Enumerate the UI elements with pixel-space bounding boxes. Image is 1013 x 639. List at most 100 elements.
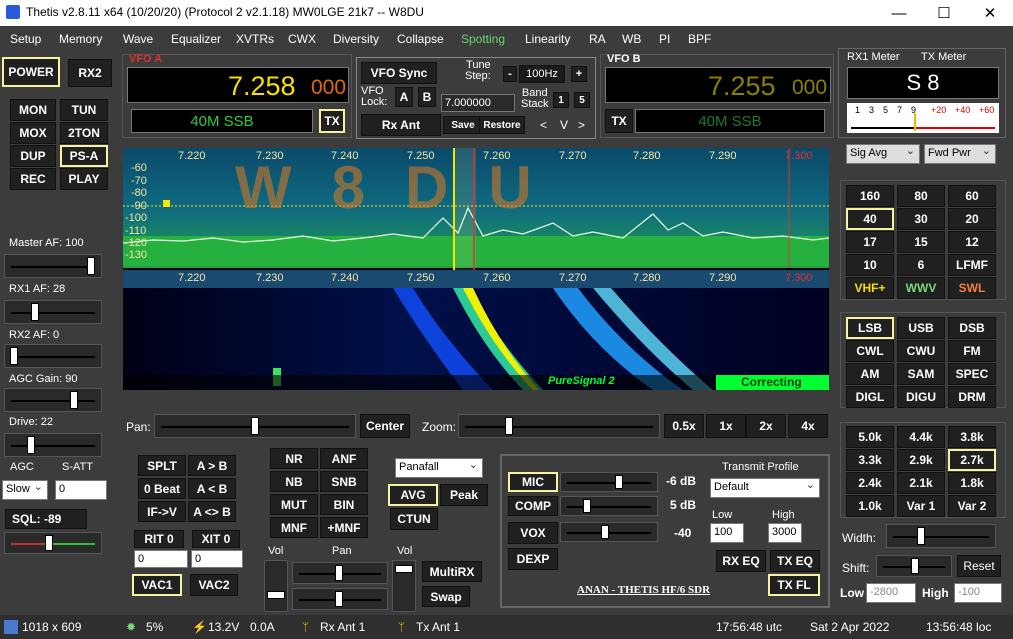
sql-button[interactable]: SQL: -89 (5, 509, 87, 529)
status-resolution[interactable]: 1018 x 609 (22, 620, 81, 634)
slider-thumb[interactable] (251, 417, 259, 435)
band-6-button[interactable]: 6 (897, 254, 945, 276)
master-af-slider[interactable] (4, 254, 102, 278)
rx2-af-slider[interactable] (4, 344, 102, 368)
filter-1-8k-button[interactable]: 1.8k (948, 472, 996, 494)
mode-usb-button[interactable]: USB (897, 317, 945, 339)
vfo-a-frequency-sub[interactable]: 000 (311, 76, 346, 100)
band-17-button[interactable]: 17 (846, 231, 894, 253)
close-button[interactable]: ✕ (967, 0, 1013, 26)
pan-slider[interactable] (154, 414, 356, 438)
band-lfmf-button[interactable]: LFMF (948, 254, 996, 276)
band-swl-button[interactable]: SWL (948, 277, 996, 299)
rec-button[interactable]: REC (10, 168, 56, 190)
filter-1-0k-button[interactable]: 1.0k (846, 495, 894, 517)
mode-digu-button[interactable]: DIGU (897, 386, 945, 408)
mic-slider[interactable] (560, 472, 658, 492)
menu-spotting[interactable]: Spotting (461, 32, 505, 46)
rx-ant-button[interactable]: Rx Ant (361, 114, 441, 136)
a-to-b-button[interactable]: A > B (188, 455, 236, 476)
band-80-button[interactable]: 80 (897, 185, 945, 207)
filter-2-1k-button[interactable]: 2.1k (897, 472, 945, 494)
filter-3-3k-button[interactable]: 3.3k (846, 449, 894, 471)
prev-arrow-icon[interactable]: < (540, 118, 547, 132)
slider-thumb[interactable] (27, 436, 35, 454)
shift-slider[interactable] (876, 555, 952, 577)
slider-thumb[interactable] (45, 535, 53, 551)
slider-thumb[interactable] (335, 591, 343, 607)
menu-memory[interactable]: Memory (59, 32, 102, 46)
v-arrow-icon[interactable]: V (560, 118, 568, 132)
rx-meter-mode-select[interactable]: Sig Avg (846, 144, 920, 164)
zero-beat-button[interactable]: 0 Beat (138, 478, 186, 499)
mode-am-button[interactable]: AM (846, 363, 894, 385)
tune-step-minus-button[interactable]: - (503, 66, 517, 82)
slider-thumb[interactable] (70, 391, 78, 409)
vfo-a-tx-button[interactable]: TX (319, 109, 345, 133)
two-tone-button[interactable]: 2TON (60, 122, 108, 144)
plus-mnf-button[interactable]: +MNF (320, 517, 368, 538)
mode-drm-button[interactable]: DRM (948, 386, 996, 408)
filter-3-8k-button[interactable]: 3.8k (948, 426, 996, 448)
zoom-2x-button[interactable]: 2x (746, 414, 786, 438)
menu-setup[interactable]: Setup (10, 32, 41, 46)
mode-digl-button[interactable]: DIGL (846, 386, 894, 408)
transmit-profile-select[interactable]: Default (710, 478, 820, 498)
rit-spinner[interactable]: 0 (134, 550, 188, 568)
next-arrow-icon[interactable]: > (578, 118, 585, 132)
mode-fm-button[interactable]: FM (948, 340, 996, 362)
panafall-display[interactable]: W8DU 7.220 7.230 7.240 7.250 7.260 7.270… (123, 148, 829, 390)
agc-gain-slider[interactable] (4, 388, 102, 412)
band-160-button[interactable]: 160 (846, 185, 894, 207)
zoom-1x-button[interactable]: 1x (706, 414, 746, 438)
menu-linearity[interactable]: Linearity (525, 32, 570, 46)
rx-eq-button[interactable]: RX EQ (716, 550, 766, 572)
mon-button[interactable]: MON (10, 99, 56, 121)
vfo-a-display[interactable]: 7.258 000 (127, 67, 349, 103)
vfo-lock-a-button[interactable]: A (395, 87, 413, 107)
slider-thumb[interactable] (87, 257, 95, 275)
filter-var2-button[interactable]: Var 2 (948, 495, 996, 517)
filter-4-4k-button[interactable]: 4.4k (897, 426, 945, 448)
band-15-button[interactable]: 15 (897, 231, 945, 253)
filter-2-7k-button[interactable]: 2.7k (948, 449, 996, 471)
multirx-pan-slider-2[interactable] (292, 588, 388, 610)
tx-eq-button[interactable]: TX EQ (770, 550, 820, 572)
minimize-button[interactable]: — (876, 0, 922, 26)
vfo-a-frequency[interactable]: 7.258 (228, 71, 296, 102)
vfo-lock-frequency[interactable]: 7.000000 (441, 94, 515, 112)
vfo-b-frequency[interactable]: 7.255 (708, 71, 776, 102)
menu-bpf[interactable]: BPF (688, 32, 711, 46)
if-to-v-button[interactable]: IF->V (138, 501, 186, 522)
band-stack-1-button[interactable]: 1 (553, 92, 569, 108)
band-30-button[interactable]: 30 (897, 208, 945, 230)
vox-slider[interactable] (560, 522, 658, 542)
vox-button[interactable]: VOX (508, 522, 558, 544)
band-10-button[interactable]: 10 (846, 254, 894, 276)
peak-button[interactable]: Peak (440, 484, 488, 506)
vfo-b-frequency-sub[interactable]: 000 (792, 76, 827, 100)
slider-thumb[interactable] (615, 475, 623, 489)
bin-button[interactable]: BIN (320, 494, 368, 515)
vfo-lock-b-button[interactable]: B (418, 87, 436, 107)
band-20-button[interactable]: 20 (948, 208, 996, 230)
power-button[interactable]: POWER (2, 57, 60, 87)
tx-low-spinner[interactable]: 100 (710, 523, 744, 543)
center-button[interactable]: Center (360, 414, 410, 438)
drive-slider[interactable] (4, 433, 102, 457)
menu-diversity[interactable]: Diversity (333, 32, 379, 46)
play-button[interactable]: PLAY (60, 168, 108, 190)
shift-reset-button[interactable]: Reset (957, 555, 1001, 577)
slider-thumb[interactable] (583, 499, 591, 513)
slider-thumb[interactable] (31, 303, 39, 321)
zoom-0-5x-button[interactable]: 0.5x (664, 414, 704, 438)
vac2-button[interactable]: VAC2 (190, 574, 238, 596)
rx1-af-slider[interactable] (4, 300, 102, 324)
mic-button[interactable]: MIC (508, 472, 558, 492)
tx-meter-mode-select[interactable]: Fwd Pwr (924, 144, 996, 164)
mode-sam-button[interactable]: SAM (897, 363, 945, 385)
nb-button[interactable]: NB (270, 471, 318, 492)
mode-dsb-button[interactable]: DSB (948, 317, 996, 339)
band-12-button[interactable]: 12 (948, 231, 996, 253)
mox-button[interactable]: MOX (10, 122, 56, 144)
